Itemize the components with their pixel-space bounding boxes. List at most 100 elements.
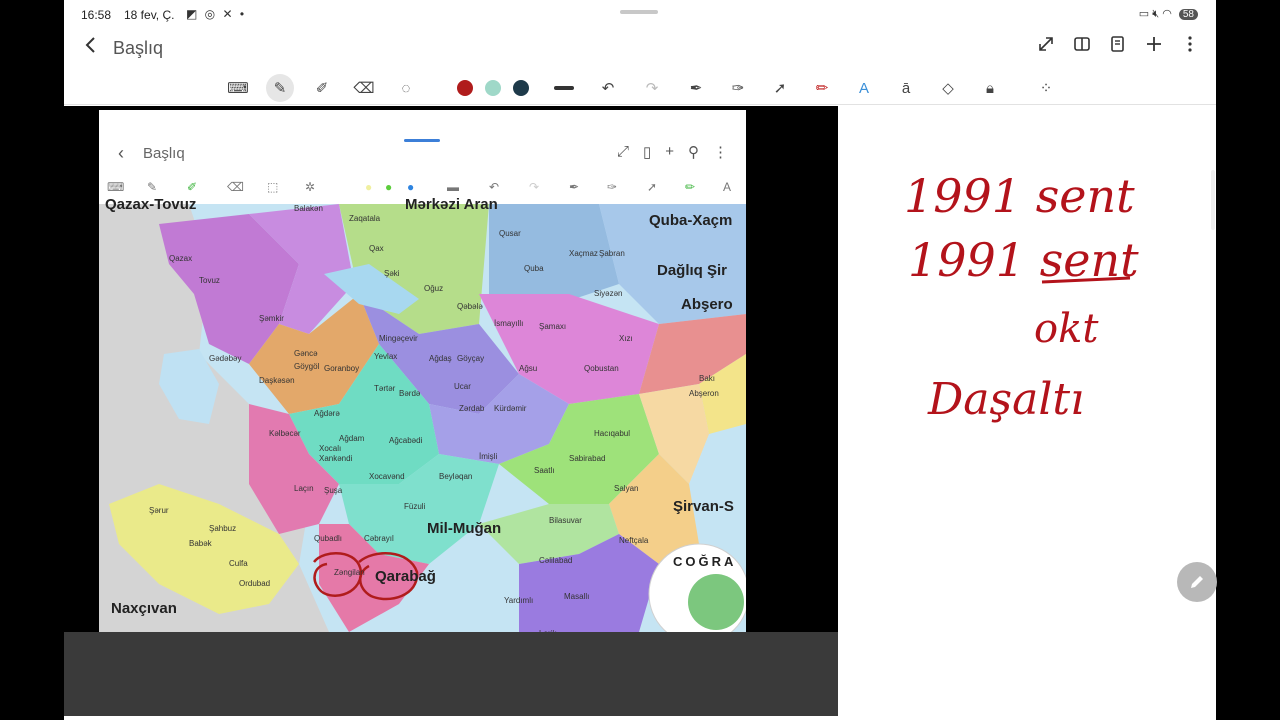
shapes-icon[interactable]: ◇ [934,74,962,102]
district-label: Mingəçevir [379,334,418,343]
title-bar: Başlıq [64,30,1216,66]
inner-add-icon: + [665,143,674,160]
book-icon[interactable] [1072,34,1092,54]
clock: 16:58 [81,8,112,22]
handwriting-svg: 1991 sent 1991 sent okt Daşaltı [904,169,1139,425]
district-label: Füzuli [404,502,426,511]
drag-handle[interactable] [620,10,658,14]
district-label: Bilasuvar [549,516,582,525]
app-window: 16:58 18 fev, Ç. ◩ ◎ ✕ • ▭ 🔇︎ ◠ 58 Başlı… [64,0,1216,720]
district-label: Kürdəmir [494,404,527,413]
redo-icon[interactable]: ↷ [638,74,666,102]
inner-back-icon: ‹ [118,143,124,163]
divider [64,104,1216,105]
handwriting-line-3: okt [1034,306,1099,352]
undo-icon[interactable]: ↶ [594,74,622,102]
inner-eraser-icon: ⌫ [227,180,244,194]
inner-screenshot: ‹ Başlıq ⤢ ▯ + ⚲ ⋮ ⌨ ✎ ✐ ⌫ ⬚ ✲ ● ● ● ▬ ↶… [99,110,746,632]
edit-fab-button[interactable] [1177,562,1217,602]
date: 18 fev, Ç. [124,8,175,22]
district-label: Göygöl [294,362,320,371]
color-swatch-mint[interactable] [485,80,501,96]
inner-marker-icon: ✏ [685,180,696,194]
map-label-mil-mugan: Mil-Muğan [427,520,502,537]
chevron-left-icon[interactable] [84,34,98,62]
inner-more-icon: ⋮ [713,144,728,161]
lasso-icon[interactable]: ◌ [392,74,420,102]
district-label: Xızı [619,334,633,343]
more-vertical-icon[interactable] [1180,34,1200,54]
map-label-naxcivan: Naxçıvan [111,600,177,617]
inner-select-icon: ⬚ [267,180,279,194]
status-bar: 16:58 18 fev, Ç. ◩ ◎ ✕ • ▭ 🔇︎ ◠ 58 [64,0,1216,30]
pencil-icon [1191,576,1203,588]
district-label: Qazax [169,254,193,263]
district-label: Ağsu [519,364,538,373]
inner-pen3-icon: ✑ [607,180,618,194]
district-label: Cəbrayıl [364,534,394,543]
district-label: Zəngilan [334,568,365,577]
map-label-qarabag: Qarabağ [375,568,436,585]
inner-book-icon: ▯ [642,144,652,161]
lock-icon[interactable]: 🔒︎ [976,74,1004,102]
pen-icon[interactable]: ✎ [266,74,294,102]
district-label: Şamaxı [539,322,567,331]
district-label: Goranboy [324,364,360,373]
district-label: Xankəndi [319,454,353,463]
note-canvas[interactable]: 1991 sent 1991 sent okt Daşaltı [838,106,1216,720]
district-label: İmişli [479,452,498,461]
map-label-qazax-tovuz: Qazax-Tovuz [105,196,197,213]
district-label: İsmayıllı [494,319,524,328]
district-label: Şərur [149,506,169,515]
expand-icon[interactable] [1036,34,1056,54]
stroke-width-selector[interactable] [554,86,574,90]
text-box-icon[interactable]: ā [892,74,920,102]
inner-redo-icon: ↷ [529,180,540,194]
eraser-icon[interactable]: ⌫ [350,74,378,102]
scroll-indicator[interactable] [1211,170,1215,230]
district-label: Bərdə [399,389,421,398]
color-swatch-red[interactable] [457,80,473,96]
district-label: Neftçala [619,536,649,545]
highlighter-icon[interactable]: ✐ [308,74,336,102]
inner-magic-icon: ✲ [305,180,316,194]
map-label-dagliq-sirvan: Dağlıq Şir [657,262,728,279]
district-label: Laçın [294,484,314,493]
smart-pen-icon[interactable]: ✒ [682,74,710,102]
red-marker-icon[interactable]: ✏ [808,74,836,102]
add-icon[interactable] [1144,34,1164,54]
district-label: Yevlax [374,352,398,361]
grid-menu-icon[interactable]: ⁘ [1032,74,1060,102]
system-icons: ▭ 🔇︎ ◠ 58 [1139,7,1198,21]
page-settings-icon[interactable] [1108,34,1128,54]
handwriting-line-4: Daşaltı [927,374,1084,425]
district-label: Xocavənd [369,472,405,481]
district-label: Masallı [564,592,590,601]
keyboard-icon[interactable]: ⌨ [224,74,252,102]
district-label: Şabran [599,249,625,258]
text-recognition-icon[interactable]: A [850,74,878,102]
azerbaijan-map: Qazax-Tovuz Mərkəzi Aran Quba-Xaçm Dağlı… [99,196,746,632]
district-label: Cəlilabad [539,556,573,565]
district-label: Xaçmaz [569,249,598,258]
district-label: Şəki [384,269,400,278]
district-label: Qobustan [584,364,619,373]
inner-keyboard-icon: ⌨ [107,180,125,194]
district-label: Qubadlı [314,534,343,543]
district-label: Qax [369,244,384,253]
district-label: Siyəzən [594,289,623,298]
district-label: Qusar [499,229,521,238]
inner-stroke-icon: ▬ [447,180,459,194]
district-label: Salyan [614,484,639,493]
district-label: Saatlı [534,466,555,475]
pointer-pen-icon[interactable]: ➚ [766,74,794,102]
map-label-abseron: Abşero [681,296,733,313]
color-swatch-navy[interactable] [513,80,529,96]
page-title[interactable]: Başlıq [113,38,163,59]
district-label: Yardımlı [504,596,534,605]
inner-highlighter-icon: ✐ [187,180,198,194]
district-label: Gəncə [294,349,318,358]
shape-pen-icon[interactable]: ✑ [724,74,752,102]
district-label: Şahbuz [209,524,237,533]
district-label: Şəmkir [259,314,284,323]
